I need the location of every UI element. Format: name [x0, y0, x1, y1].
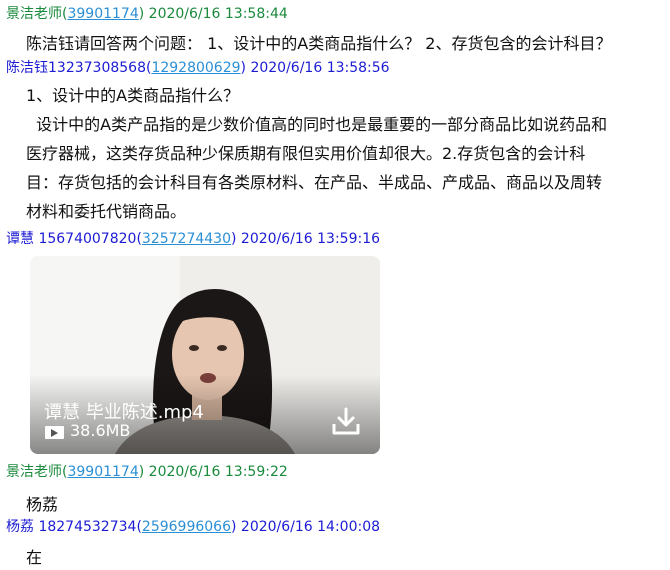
message-line: 目：存货包括的会计科目有各类原材料、在产品、半成品、产成品、商品以及周转 [26, 173, 603, 192]
video-attachment[interactable]: 谭慧 毕业陈述.mp4 38.6MB [30, 256, 380, 454]
sender-name: 杨荔 18274532734 [6, 519, 137, 535]
message-time: 2020/6/16 13:58:56 [250, 60, 390, 76]
message-time: 2020/6/16 14:00:08 [240, 519, 381, 535]
sender-name: 谭慧 15674007820 [6, 231, 137, 247]
sender-name: 陈洁钰13237308568 [6, 60, 146, 76]
message-header: 景洁老师(39901174) 2020/6/16 13:58:44 [6, 6, 288, 22]
message-text: 杨荔 [26, 495, 59, 514]
video-icon [45, 426, 64, 439]
message-line: 材料和委托代销商品。 [26, 202, 187, 221]
sender-name: 景洁老师 [6, 464, 62, 480]
download-icon[interactable] [330, 406, 362, 438]
message-text: 陈洁钰请回答两个问题： 1、设计中的A类商品指什么？ 2、存货包含的会计科目？ [26, 34, 612, 53]
sender-qq-link[interactable]: 2596996066 [142, 519, 231, 535]
sender-qq-link[interactable]: 3257274430 [142, 231, 231, 247]
message-time: 2020/6/16 13:59:22 [148, 464, 288, 480]
message-time: 2020/6/16 13:58:44 [148, 6, 288, 22]
message-text: 在 [26, 548, 43, 567]
sender-qq-link[interactable]: 1292800629 [151, 60, 240, 76]
message-line: 医疗器械，这类存货品种少保质期有限但实用价值却很大。2.存货包含的会计科 [26, 144, 586, 163]
message-line: 1、设计中的A类商品指什么？ [26, 86, 240, 105]
message-header: 景洁老师(39901174) 2020/6/16 13:59:22 [6, 464, 288, 480]
sender-name: 景洁老师 [6, 6, 62, 22]
sender-qq-link[interactable]: 39901174 [67, 464, 138, 480]
chat-history: 景洁老师(39901174) 2020/6/16 13:58:44 陈洁钰请回答… [0, 0, 660, 570]
message-line: 设计中的A类产品指的是少数价值高的同时也是最重要的一部分商品比如说药品和 [26, 115, 608, 134]
message-text: 1、设计中的A类商品指什么？ 设计中的A类产品指的是少数价值高的同时也是最重要的… [26, 81, 648, 226]
message-header: 陈洁钰13237308568(1292800629) 2020/6/16 13:… [6, 60, 390, 76]
message-header: 谭慧 15674007820(3257274430) 2020/6/16 13:… [6, 231, 381, 247]
message-time: 2020/6/16 13:59:16 [240, 231, 381, 247]
message-header: 杨荔 18274532734(2596996066) 2020/6/16 14:… [6, 519, 381, 535]
video-filesize: 38.6MB [70, 421, 131, 440]
sender-qq-link[interactable]: 39901174 [67, 6, 138, 22]
